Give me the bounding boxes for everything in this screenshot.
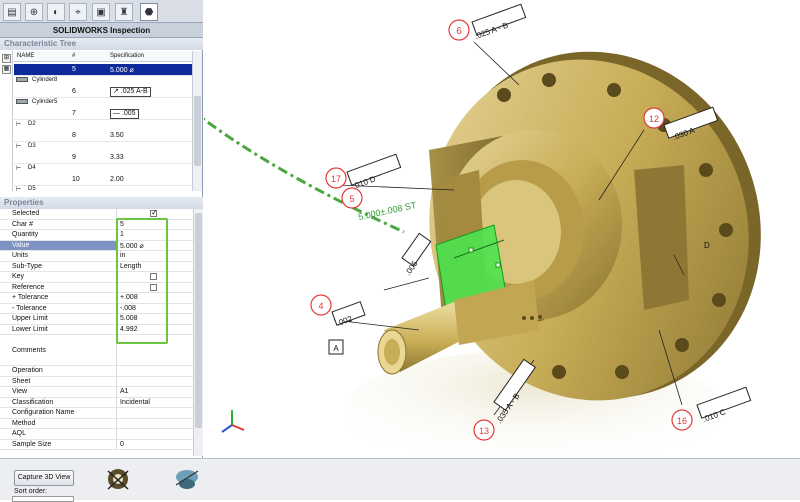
configuration-icon[interactable]: ◐ (47, 3, 65, 21)
feature-manager-icon[interactable]: ▤ (3, 3, 21, 21)
tree-row-7[interactable]: 7 — .005 (14, 108, 192, 120)
axis-triad-icon (221, 410, 245, 433)
expand-icon[interactable]: ⊞ (2, 54, 11, 63)
property-icon[interactable]: ⊕ (25, 3, 43, 21)
row-number: 7 (72, 110, 76, 117)
inspection-panel: ▤ ⊕ ◐ ⌖ ▣ ♜ ⬣ SOLIDWORKS Inspection Char… (0, 0, 203, 458)
column-specification: Specification (110, 53, 145, 59)
column-name: NAME (17, 53, 35, 59)
column-number: # (72, 53, 76, 59)
balloon-17[interactable]: 17 .010 D (325, 153, 402, 191)
tree-node-d3[interactable]: ⊢ D3 (14, 142, 114, 152)
properties-scrollbar[interactable] (193, 209, 203, 456)
row-spec: — .005 (110, 109, 139, 119)
properties-grid: Selected Char #5 Quantity1 Value5.000 ⌀ … (0, 208, 203, 456)
tree-node-cylinder8[interactable]: Cylinder8 (14, 76, 114, 86)
capture-3d-view-button[interactable]: Capture 3D View (14, 470, 74, 486)
prop-configuration-name[interactable]: Configuration Name (0, 408, 193, 419)
tree-row-5[interactable]: 5 5.000 ⌀ (14, 64, 192, 76)
selected-checkbox[interactable] (150, 208, 158, 217)
row-spec: 3.50 (110, 132, 124, 139)
balloon-4[interactable]: 4 .002 A (310, 294, 366, 355)
node-label: D2 (28, 121, 36, 127)
balloon-5[interactable]: 5 5.000±.008 ST (341, 187, 418, 222)
tree-row-8[interactable]: 8 3.50 (14, 130, 192, 142)
row-spec: 3.33 (110, 154, 124, 161)
graphics-viewport[interactable]: 6 .025 A - B 12 .030 A 17 .010 D 5 5.000… (204, 0, 800, 458)
highlight-frame (116, 218, 168, 344)
svg-text:13: 13 (479, 426, 489, 436)
prop-sample-size[interactable]: Sample Size 0 (0, 439, 193, 450)
svg-text:5.000±.008 ST: 5.000±.008 ST (357, 200, 417, 222)
svg-text:4: 4 (318, 301, 323, 311)
tree-node-d5[interactable]: ⊢ D5 (14, 185, 114, 195)
tree-node-cylinder5[interactable]: Cylinder5 (14, 98, 114, 108)
sort-order-label: Sort order: (14, 488, 48, 495)
node-label: D5 (28, 186, 36, 192)
tree-row-6[interactable]: 6 ↗ .025 A-B (14, 86, 192, 98)
svg-text:5: 5 (349, 194, 354, 204)
prop-aql[interactable]: AQL (0, 429, 193, 440)
properties-header: Properties (0, 197, 203, 209)
prop-classification[interactable]: Classification Incidental (0, 397, 193, 408)
tree-column-headers: NAME # Specification (14, 51, 192, 62)
row-number: 10 (72, 176, 80, 183)
appearance-icon[interactable]: ♜ (115, 3, 133, 21)
assembly-thumbnail-icon[interactable] (172, 463, 202, 495)
tree-row-9[interactable]: 9 3.33 (14, 152, 192, 164)
tree-node-d4[interactable]: ⊢ D4 (14, 164, 114, 174)
row-number: 6 (72, 88, 76, 95)
node-label: D4 (28, 165, 36, 171)
svg-text:17: 17 (331, 174, 341, 184)
display-icon[interactable]: ▣ (92, 3, 110, 21)
prop-operation[interactable]: Operation (0, 366, 193, 377)
svg-text:A: A (333, 344, 339, 353)
tree-toolbar: ⊞ ▦ (0, 51, 13, 191)
row-number: 5 (72, 66, 76, 73)
svg-text:12: 12 (649, 114, 659, 124)
row-number: 9 (72, 154, 76, 161)
tree-scrollbar[interactable] (192, 51, 202, 191)
flatness-label[interactable]: .005 (401, 232, 432, 277)
balloon-6[interactable]: 6 .025 A - B (448, 3, 527, 41)
link-arrow (204, 117, 405, 234)
node-label: Cylinder5 (32, 99, 58, 105)
sort-order-select[interactable] (12, 496, 74, 502)
prop-method[interactable]: Method (0, 418, 193, 429)
datum-d-label: D (704, 241, 710, 250)
svg-text:.005: .005 (403, 259, 420, 277)
prop-sheet[interactable]: Sheet (0, 376, 193, 387)
svg-text:6: 6 (456, 26, 462, 37)
filter-icon[interactable]: ▦ (2, 65, 11, 74)
dimxpert-icon[interactable]: ⌖ (69, 3, 87, 21)
tree-node-d2[interactable]: ⊢ D2 (14, 120, 114, 130)
row-spec: 5.000 ⌀ (110, 67, 134, 74)
row-spec: ↗ .025 A-B (110, 87, 151, 97)
part-thumbnail-icon[interactable] (103, 463, 133, 495)
node-label: Cylinder8 (32, 77, 58, 83)
node-label: D3 (28, 143, 36, 149)
inspection-icon[interactable]: ⬣ (140, 3, 158, 21)
characteristic-tree-header: Characteristic Tree (0, 38, 203, 50)
panel-title: SOLIDWORKS Inspection (0, 23, 203, 38)
svg-text:16: 16 (677, 416, 687, 426)
row-spec: 2.00 (110, 176, 124, 183)
panel-tab-bar: ▤ ⊕ ◐ ⌖ ▣ ♜ ⬣ (0, 0, 203, 23)
characteristic-tree: ⊞ ▦ NAME # Specification 5 5.000 ⌀ Cylin… (0, 51, 203, 193)
prop-view[interactable]: View A1 (0, 387, 193, 398)
row-number: 8 (72, 132, 76, 139)
bottom-toolbar: Capture 3D View Sort order: (0, 458, 800, 502)
